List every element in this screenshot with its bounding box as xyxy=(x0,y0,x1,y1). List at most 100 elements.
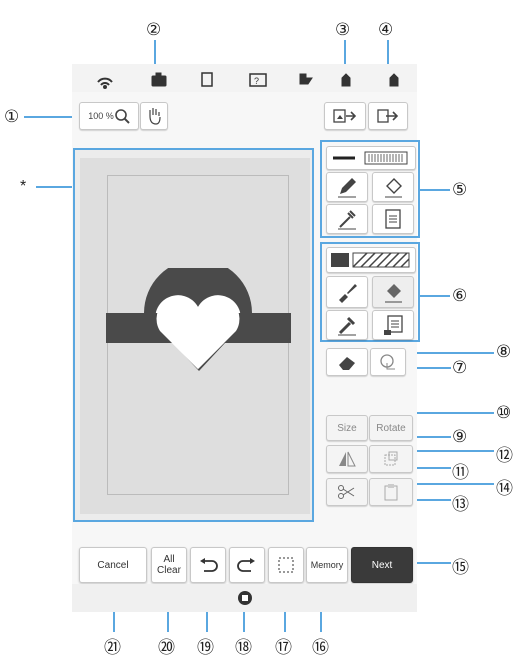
callout-15: ⑮ xyxy=(452,558,469,577)
status-icons: ? xyxy=(97,72,399,89)
pan-button[interactable] xyxy=(140,102,168,130)
leader-star xyxy=(36,186,76,188)
duplicate-button[interactable] xyxy=(369,445,413,473)
pencil-icon xyxy=(338,178,356,198)
rotate-button[interactable]: Rotate xyxy=(369,415,413,441)
zoom-label: 100 % xyxy=(88,111,114,121)
leader-6 xyxy=(420,295,450,297)
paint-bucket-icon xyxy=(385,178,402,198)
duplicate-icon xyxy=(384,451,398,466)
callout-19: ⑲ xyxy=(197,638,214,657)
line-color-picker-button[interactable] xyxy=(326,204,368,234)
region-color-picker-button[interactable] xyxy=(326,310,368,340)
region-eyedropper-icon xyxy=(338,316,356,336)
status-bar: ? xyxy=(72,64,417,92)
stamp-icon xyxy=(380,354,395,370)
callout-21: ㉑ xyxy=(104,638,121,657)
callout-4: ④ xyxy=(378,20,394,39)
all-clear-label-1: All xyxy=(163,554,175,565)
document-icon xyxy=(201,72,213,87)
size-button[interactable]: Size xyxy=(326,415,368,441)
region-type-icon xyxy=(331,252,410,268)
callout-2: ② xyxy=(146,20,162,39)
eraser-button[interactable] xyxy=(326,348,368,376)
eraser-icon xyxy=(339,357,355,370)
redo-button[interactable] xyxy=(229,547,265,583)
dashed-select-icon xyxy=(278,557,294,573)
thread-icon-2 xyxy=(389,73,399,87)
callout-3: ③ xyxy=(335,20,351,39)
properties-icon xyxy=(385,209,401,229)
leader-8 xyxy=(404,352,494,354)
leader-12 xyxy=(404,450,494,452)
fill-line-button[interactable] xyxy=(372,172,414,202)
select-area-button[interactable] xyxy=(268,547,304,583)
callout-18: ⑱ xyxy=(235,638,252,657)
callout-12: ⑫ xyxy=(496,446,513,465)
line-type-button[interactable] xyxy=(326,146,416,170)
camera-icon xyxy=(151,75,167,87)
all-clear-label-2: Clear xyxy=(157,565,181,576)
callout-1: ① xyxy=(4,107,20,126)
callout-20: ⑳ xyxy=(158,638,175,657)
import-button[interactable] xyxy=(324,102,366,130)
export-icon xyxy=(377,109,399,123)
leader-14 xyxy=(404,483,494,485)
leader-15 xyxy=(411,562,451,564)
cancel-button[interactable]: Cancel xyxy=(79,547,147,583)
region-properties-button[interactable] xyxy=(372,310,414,340)
asterisk-marker: * xyxy=(20,178,27,195)
leader-5 xyxy=(420,189,450,191)
magnifier-icon xyxy=(114,109,130,124)
region-fill-icon xyxy=(385,284,402,303)
brush-button[interactable] xyxy=(326,276,368,308)
zoom-button[interactable]: 100 % xyxy=(79,102,139,130)
callout-9: ⑨ xyxy=(452,427,468,446)
undo-button[interactable] xyxy=(190,547,226,583)
flip-icon xyxy=(339,451,356,467)
callout-5: ⑤ xyxy=(452,180,468,199)
presser-foot-icon xyxy=(299,73,313,85)
brush-icon xyxy=(339,284,357,303)
eyedropper-icon xyxy=(338,210,356,230)
cancel-label: Cancel xyxy=(97,559,129,571)
clipboard-icon xyxy=(384,484,398,501)
bottom-strip xyxy=(72,584,417,612)
redo-icon xyxy=(237,558,255,572)
stamp-button[interactable] xyxy=(370,348,406,376)
leader-1 xyxy=(24,116,79,118)
memory-label: Memory xyxy=(310,559,344,570)
callout-8: ⑧ xyxy=(496,342,512,361)
memory-button[interactable]: Memory xyxy=(306,547,348,583)
heart-shape xyxy=(106,268,291,371)
callout-11: ⑪ xyxy=(452,463,469,482)
leader-10 xyxy=(404,412,494,414)
drawing-canvas[interactable] xyxy=(80,158,310,514)
paste-button[interactable] xyxy=(369,478,413,506)
undo-icon xyxy=(200,558,218,572)
import-image-icon xyxy=(333,109,357,123)
flip-button[interactable] xyxy=(326,445,368,473)
draw-line-button[interactable] xyxy=(326,172,368,202)
callout-6: ⑥ xyxy=(452,286,468,305)
callout-10: ⑩ xyxy=(496,403,512,422)
callout-14: ⑭ xyxy=(496,479,513,498)
scissors-icon xyxy=(338,485,355,499)
export-button[interactable] xyxy=(368,102,408,130)
wifi-icon xyxy=(97,77,113,83)
region-type-button[interactable] xyxy=(326,247,416,273)
fill-region-button[interactable] xyxy=(372,276,414,308)
cut-button[interactable] xyxy=(326,478,368,506)
line-type-icon xyxy=(333,151,408,165)
all-clear-button[interactable]: All Clear xyxy=(151,547,187,583)
next-button[interactable]: Next xyxy=(351,547,413,583)
line-properties-button[interactable] xyxy=(372,204,414,234)
callout-13: ⑬ xyxy=(452,495,469,514)
callout-17: ⑰ xyxy=(275,638,292,657)
region-properties-icon xyxy=(384,315,403,335)
hand-icon xyxy=(149,108,161,125)
stop-icon xyxy=(238,591,252,605)
next-label: Next xyxy=(371,559,393,571)
size-label: Size xyxy=(337,422,357,434)
rotate-label: Rotate xyxy=(376,422,406,434)
